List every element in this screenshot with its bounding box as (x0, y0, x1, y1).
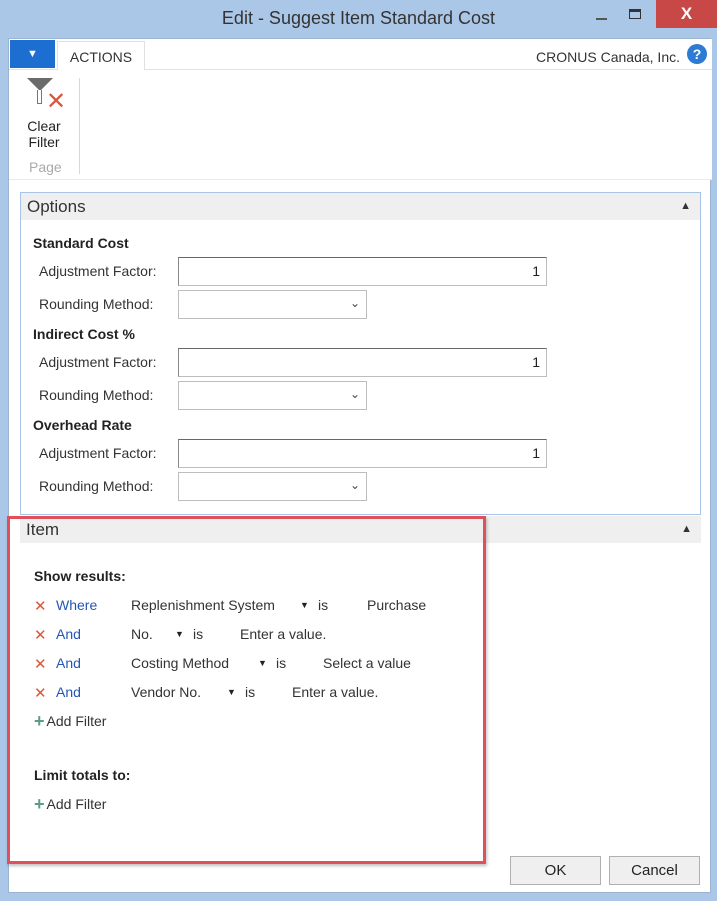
filter-conjunction: And (56, 626, 81, 642)
dropdown-arrow-icon[interactable]: ▼ (227, 687, 236, 697)
filter-row: ✕ Where Replenishment System ▼ is Purcha… (34, 597, 634, 617)
clear-filter-icon: ✕ (22, 78, 66, 118)
chevron-down-icon: ⌄ (349, 478, 360, 492)
add-filter-label: Add Filter (46, 796, 107, 812)
filter-value[interactable]: Purchase (367, 597, 426, 613)
standard-cost-rounding-label: Rounding Method: (39, 296, 154, 312)
filter-conjunction: Where (56, 597, 98, 613)
overhead-rate-title: Overhead Rate (33, 417, 132, 433)
ribbon-tab-row: ▼ ACTIONS CRONUS Canada, Inc. ? (9, 39, 712, 71)
remove-filter-icon[interactable]: ✕ (34, 597, 47, 615)
filter-field[interactable]: Vendor No. (131, 684, 201, 700)
standard-cost-adjustment-label: Adjustment Factor: (39, 263, 157, 279)
options-fasttab: Options ▲ Standard Cost Adjustment Facto… (20, 192, 701, 515)
title-bar: Edit - Suggest Item Standard Cost X (0, 0, 717, 38)
filter-row: ✕ And Costing Method ▼ is Select a value (34, 655, 634, 675)
item-fasttab: Item ▲ Show results: ✕ Where Replenishme… (20, 516, 701, 886)
filter-row: ✕ And No. ▼ is Enter a value. (34, 626, 634, 646)
indirect-cost-adjustment-input[interactable]: 1 (178, 348, 547, 377)
item-header[interactable]: Item ▲ (20, 516, 701, 543)
minimize-button[interactable] (586, 0, 616, 28)
dropdown-arrow-icon[interactable]: ▼ (258, 658, 267, 668)
ribbon: ✕ Clear Filter Page (9, 70, 712, 180)
standard-cost-rounding-select[interactable]: ⌄ (178, 290, 367, 319)
item-title: Item (26, 519, 60, 539)
dialog-window: ▼ ACTIONS CRONUS Canada, Inc. ? ✕ Clear … (8, 38, 712, 893)
filter-field[interactable]: Replenishment System (131, 597, 275, 613)
filter-value[interactable]: Enter a value. (292, 684, 378, 700)
plus-icon: + (34, 711, 45, 731)
clear-filter-button[interactable]: ✕ Clear Filter (19, 78, 69, 150)
standard-cost-title: Standard Cost (33, 235, 129, 251)
add-filter-label: Add Filter (46, 713, 107, 729)
remove-filter-icon[interactable]: ✕ (34, 626, 47, 644)
chevron-down-icon: ⌄ (349, 387, 360, 401)
maximize-icon (629, 9, 641, 19)
ok-button[interactable]: OK (510, 856, 601, 885)
options-title: Options (27, 196, 86, 216)
indirect-cost-rounding-label: Rounding Method: (39, 387, 154, 403)
maximize-button[interactable] (624, 0, 646, 28)
app-menu-button[interactable]: ▼ (10, 40, 55, 68)
dropdown-arrow-icon[interactable]: ▼ (300, 600, 309, 610)
cancel-button[interactable]: Cancel (609, 856, 700, 885)
minimize-icon (595, 18, 607, 20)
overhead-rate-rounding-select[interactable]: ⌄ (178, 472, 367, 501)
filter-value[interactable]: Select a value (323, 655, 411, 671)
indirect-cost-rounding-select[interactable]: ⌄ (178, 381, 367, 410)
filter-value[interactable]: Enter a value. (240, 626, 326, 642)
tab-actions[interactable]: ACTIONS (57, 41, 145, 71)
collapse-icon[interactable]: ▲ (680, 200, 691, 212)
filter-field[interactable]: Costing Method (131, 655, 229, 671)
chevron-down-icon: ⌄ (349, 296, 360, 310)
plus-icon: + (34, 794, 45, 814)
help-icon[interactable]: ? (687, 44, 707, 64)
ribbon-group-label: Page (29, 159, 62, 175)
indirect-cost-adjustment-label: Adjustment Factor: (39, 354, 157, 370)
overhead-rate-adjustment-input[interactable]: 1 (178, 439, 547, 468)
remove-filter-icon[interactable]: ✕ (34, 655, 47, 673)
filter-operator: is (318, 597, 329, 613)
filter-conjunction: And (56, 684, 81, 700)
remove-filter-icon[interactable]: ✕ (34, 684, 47, 702)
dropdown-arrow-icon[interactable]: ▼ (175, 629, 184, 639)
collapse-icon[interactable]: ▲ (681, 523, 692, 535)
filter-conjunction: And (56, 655, 81, 671)
limit-totals-label: Limit totals to: (34, 767, 131, 783)
chevron-down-icon: ▼ (27, 48, 38, 60)
clear-filter-label-line1: Clear (27, 118, 61, 134)
close-button[interactable]: X (656, 0, 717, 28)
company-name: CRONUS Canada, Inc. (536, 49, 680, 65)
filter-field[interactable]: No. (131, 626, 153, 642)
options-header[interactable]: Options ▲ (21, 193, 700, 220)
filter-operator: is (193, 626, 204, 642)
filter-operator: is (276, 655, 287, 671)
filter-row: ✕ And Vendor No. ▼ is Enter a value. (34, 684, 634, 704)
clear-filter-label-line2: Filter (28, 134, 60, 150)
overhead-rate-rounding-label: Rounding Method: (39, 478, 154, 494)
filter-operator: is (245, 684, 256, 700)
close-icon: X (680, 4, 693, 23)
show-results-label: Show results: (34, 568, 126, 584)
overhead-rate-adjustment-label: Adjustment Factor: (39, 445, 157, 461)
limit-add-filter-button[interactable]: + Add Filter (34, 794, 106, 815)
ribbon-separator (79, 78, 80, 174)
add-filter-button[interactable]: + Add Filter (34, 711, 106, 732)
standard-cost-adjustment-input[interactable]: 1 (178, 257, 547, 286)
indirect-cost-title: Indirect Cost % (33, 326, 135, 342)
